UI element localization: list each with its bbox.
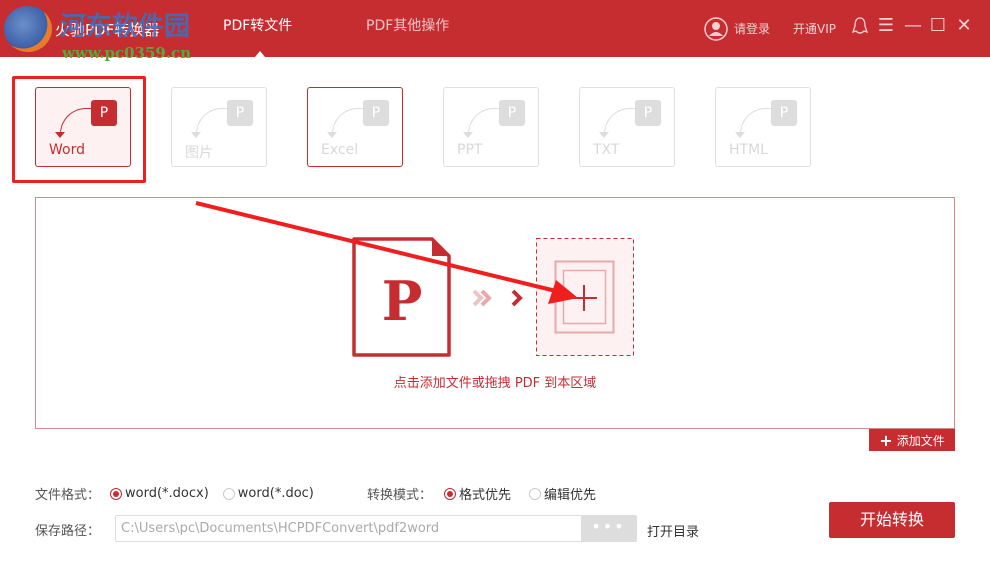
radio-label: 格式优先 [459, 488, 512, 503]
start-convert-button[interactable]: 开始转换 [829, 502, 955, 538]
radio-label: word(*.docx) [125, 486, 209, 501]
radio-label: word(*.doc) [237, 486, 314, 501]
radio-docx[interactable]: word(*.docx) [110, 486, 209, 501]
save-path-input[interactable]: C:\Users\pc\Documents\HCPDFConvert\pdf2w… [115, 515, 637, 542]
pdf-letter: P [382, 269, 423, 333]
add-file-label: 添加文件 [896, 433, 945, 448]
open-directory-link[interactable]: 打开目录 [647, 521, 699, 540]
radio-edit-first[interactable]: 编辑优先 [529, 484, 596, 503]
radio-doc[interactable]: word(*.doc) [222, 486, 314, 501]
format-label: 文件格式： [35, 488, 101, 503]
radio-label: 编辑优先 [544, 488, 597, 503]
add-file-button[interactable]: + 添加文件 [869, 429, 955, 451]
drop-hint: 点击添加文件或拖拽 PDF 到本区域 [393, 376, 597, 391]
path-value: C:\Users\pc\Documents\HCPDFConvert\pdf2w… [121, 521, 440, 536]
radio-format-first[interactable]: 格式优先 [444, 484, 511, 503]
path-label: 保存路径： [35, 524, 101, 539]
browse-button[interactable]: ••• [581, 516, 636, 541]
chevrons-icon [472, 289, 523, 307]
mode-label: 转换模式： [367, 488, 433, 503]
plus-icon: + [879, 430, 893, 450]
